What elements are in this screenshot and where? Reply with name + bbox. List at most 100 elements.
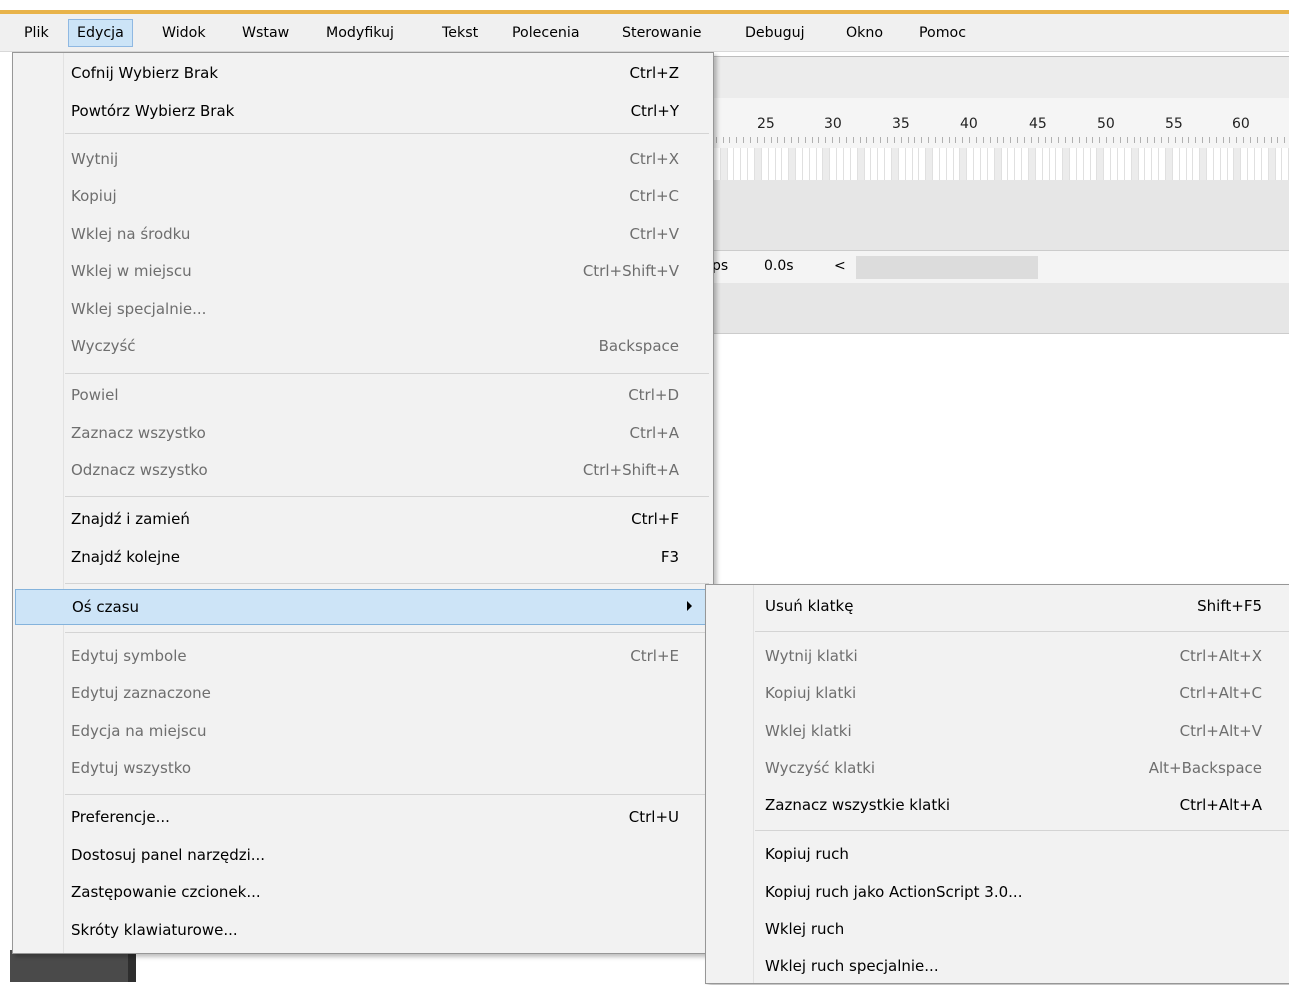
timeline-submenu: Usuń klatkę Shift+F5 Wytnij klatki Ctrl+Alt… <box>705 584 1289 984</box>
menu-item-wyczysc[interactable]: Wyczyść Backspace <box>15 329 711 365</box>
menu-item-shortcut: Ctrl+Alt+V <box>1179 722 1262 740</box>
menu-item-label: Wklej w miejscu <box>71 262 192 280</box>
ruler-label: 35 <box>892 116 910 132</box>
ruler-tick <box>1023 137 1025 143</box>
menu-item-wklej-w-miejscu[interactable]: Wklej w miejscu Ctrl+Shift+V <box>15 254 711 290</box>
menu-separator <box>65 583 709 584</box>
ruler-tick <box>1010 137 1012 143</box>
menu-item-kopiuj-klatki[interactable]: Kopiuj klatki Ctrl+Alt+C <box>708 676 1289 712</box>
ruler-tick <box>1250 137 1251 143</box>
menu-item-edycja-na-miejscu[interactable]: Edycja na miejscu <box>15 714 711 750</box>
menu-item-zaznacz-wszystko[interactable]: Zaznacz wszystko Ctrl+A <box>15 416 711 452</box>
frame-cell[interactable] <box>1282 148 1289 180</box>
ruler-tick <box>722 137 724 143</box>
menu-widok[interactable]: Widok <box>154 19 214 47</box>
ruler-tick <box>996 137 998 143</box>
menu-item-os-czasu[interactable]: Oś czasu <box>15 589 711 625</box>
menu-item-dostosuj-panel-narzedzi[interactable]: Dostosuj panel narzędzi... <box>15 838 711 874</box>
menu-item-usun-klatke[interactable]: Usuń klatkę Shift+F5 <box>708 589 1289 625</box>
menu-item-odznacz-wszystko[interactable]: Odznacz wszystko Ctrl+Shift+A <box>15 453 711 489</box>
ruler-label: 60 <box>1232 116 1250 132</box>
menu-item-shortcut: Ctrl+Alt+A <box>1179 796 1262 814</box>
ruler-label: 25 <box>757 116 775 132</box>
ruler-tick <box>784 137 786 143</box>
ruler-tick <box>941 137 943 143</box>
timeline-frames[interactable] <box>700 148 1289 180</box>
menu-polecenia[interactable]: Polecenia <box>504 19 588 47</box>
menu-item-wyczysc-klatki[interactable]: Wyczyść klatki Alt+Backspace <box>708 751 1289 787</box>
ruler-label: 30 <box>824 116 842 132</box>
menu-item-wklej-na-srodku[interactable]: Wklej na środku Ctrl+V <box>15 217 711 253</box>
menu-item-cofnij-wybierz-brak[interactable]: Cofnij Wybierz Brak Ctrl+Z <box>15 56 711 92</box>
menu-bar: Plik Edycja Widok Wstaw Modyfikuj Tekst … <box>0 14 1289 52</box>
menu-item-powtorz-wybierz-brak[interactable]: Powtórz Wybierz Brak Ctrl+Y <box>15 94 711 130</box>
menu-wstaw[interactable]: Wstaw <box>234 19 297 47</box>
menu-item-powiel[interactable]: Powiel Ctrl+D <box>15 378 711 414</box>
menu-item-kopiuj-ruch-jako-actionscript-3-0[interactable]: Kopiuj ruch jako ActionScript 3.0... <box>708 875 1289 911</box>
ruler-tick <box>921 137 923 143</box>
menu-item-shortcut: F3 <box>660 548 679 566</box>
menu-item-label: Edytuj symbole <box>71 647 187 665</box>
ruler-tick <box>1058 137 1060 143</box>
ruler-tick <box>797 137 799 143</box>
menu-item-shortcut: Backspace <box>598 337 679 355</box>
menu-modyfikuj[interactable]: Modyfikuj <box>318 19 402 47</box>
ruler-tick <box>791 137 793 143</box>
ruler-tick <box>811 137 813 143</box>
menu-debuguj[interactable]: Debuguj <box>737 19 813 47</box>
ruler-tick <box>1037 137 1039 143</box>
menu-item-kopiuj-ruch[interactable]: Kopiuj ruch <box>708 837 1289 873</box>
menu-item-wklej-ruch-specjalnie[interactable]: Wklej ruch specjalnie... <box>708 949 1289 985</box>
menu-item-label: Oś czasu <box>72 598 140 616</box>
menu-separator <box>755 631 1289 632</box>
ruler-tick <box>1270 137 1272 143</box>
menu-item-edytuj-wszystko[interactable]: Edytuj wszystko <box>15 751 711 787</box>
menu-item-edytuj-zaznaczone[interactable]: Edytuj zaznaczone <box>15 676 711 712</box>
ruler-tick <box>770 137 772 143</box>
menu-item-label: Zaznacz wszystko <box>71 424 206 442</box>
menu-item-wklej-ruch[interactable]: Wklej ruch <box>708 912 1289 948</box>
menu-item-label: Edytuj zaznaczone <box>71 684 211 702</box>
menu-item-znajdz-i-zamien[interactable]: Znajdź i zamień Ctrl+F <box>15 502 711 538</box>
ruler-tick <box>1078 137 1080 143</box>
scroll-left-icon[interactable]: < <box>834 258 846 274</box>
menu-item-zaznacz-wszystkie-klatki[interactable]: Zaznacz wszystkie klatki Ctrl+Alt+A <box>708 788 1289 824</box>
timeline-panel-header <box>700 56 1289 100</box>
menu-edycja[interactable]: Edycja <box>68 19 133 47</box>
menu-item-label: Kopiuj klatki <box>765 684 857 702</box>
menu-sterowanie[interactable]: Sterowanie <box>614 19 709 47</box>
menu-item-wklej-klatki[interactable]: Wklej klatki Ctrl+Alt+V <box>708 714 1289 750</box>
menu-tekst[interactable]: Tekst <box>434 19 486 47</box>
time-readout: 0.0s <box>764 258 794 274</box>
ruler-tick <box>1154 137 1156 143</box>
menu-item-zastepowanie-czcionek[interactable]: Zastępowanie czcionek... <box>15 875 711 911</box>
ruler-tick <box>1085 137 1087 143</box>
menu-item-edytuj-symbole[interactable]: Edytuj symbole Ctrl+E <box>15 639 711 675</box>
menu-item-label: Kopiuj <box>71 187 117 205</box>
menu-item-shortcut: Ctrl+U <box>628 808 679 826</box>
menu-item-label: Wyczyść <box>71 337 136 355</box>
ruler-tick <box>743 137 745 143</box>
panel-tab-strip <box>700 283 1289 334</box>
menu-okno[interactable]: Okno <box>838 19 891 47</box>
menu-item-kopiuj[interactable]: Kopiuj Ctrl+C <box>15 179 711 215</box>
menu-pomoc[interactable]: Pomoc <box>911 19 974 47</box>
ruler-tick <box>1126 137 1128 143</box>
ruler-tick <box>852 137 854 143</box>
ruler-tick <box>982 137 984 143</box>
ruler-tick <box>1181 137 1183 143</box>
menu-item-wytnij-klatki[interactable]: Wytnij klatki Ctrl+Alt+X <box>708 639 1289 675</box>
ruler-tick <box>962 137 964 143</box>
menu-separator <box>65 133 709 134</box>
timeline-scrollbar-thumb[interactable] <box>856 256 1038 279</box>
menu-item-shortcut: Ctrl+Y <box>630 102 679 120</box>
menu-item-znajdz-kolejne[interactable]: Znajdź kolejne F3 <box>15 540 711 576</box>
ruler-tick <box>1215 137 1217 143</box>
menu-item-skroty-klawiaturowe[interactable]: Skróty klawiaturowe... <box>15 913 711 949</box>
menu-item-preferencje[interactable]: Preferencje... Ctrl+U <box>15 800 711 836</box>
ruler-tick <box>763 137 765 143</box>
menu-item-wklej-specjalnie[interactable]: Wklej specjalnie... <box>15 292 711 328</box>
menu-item-wytnij[interactable]: Wytnij Ctrl+X <box>15 142 711 178</box>
menu-plik[interactable]: Plik <box>16 19 57 47</box>
ruler-tick <box>825 137 827 143</box>
